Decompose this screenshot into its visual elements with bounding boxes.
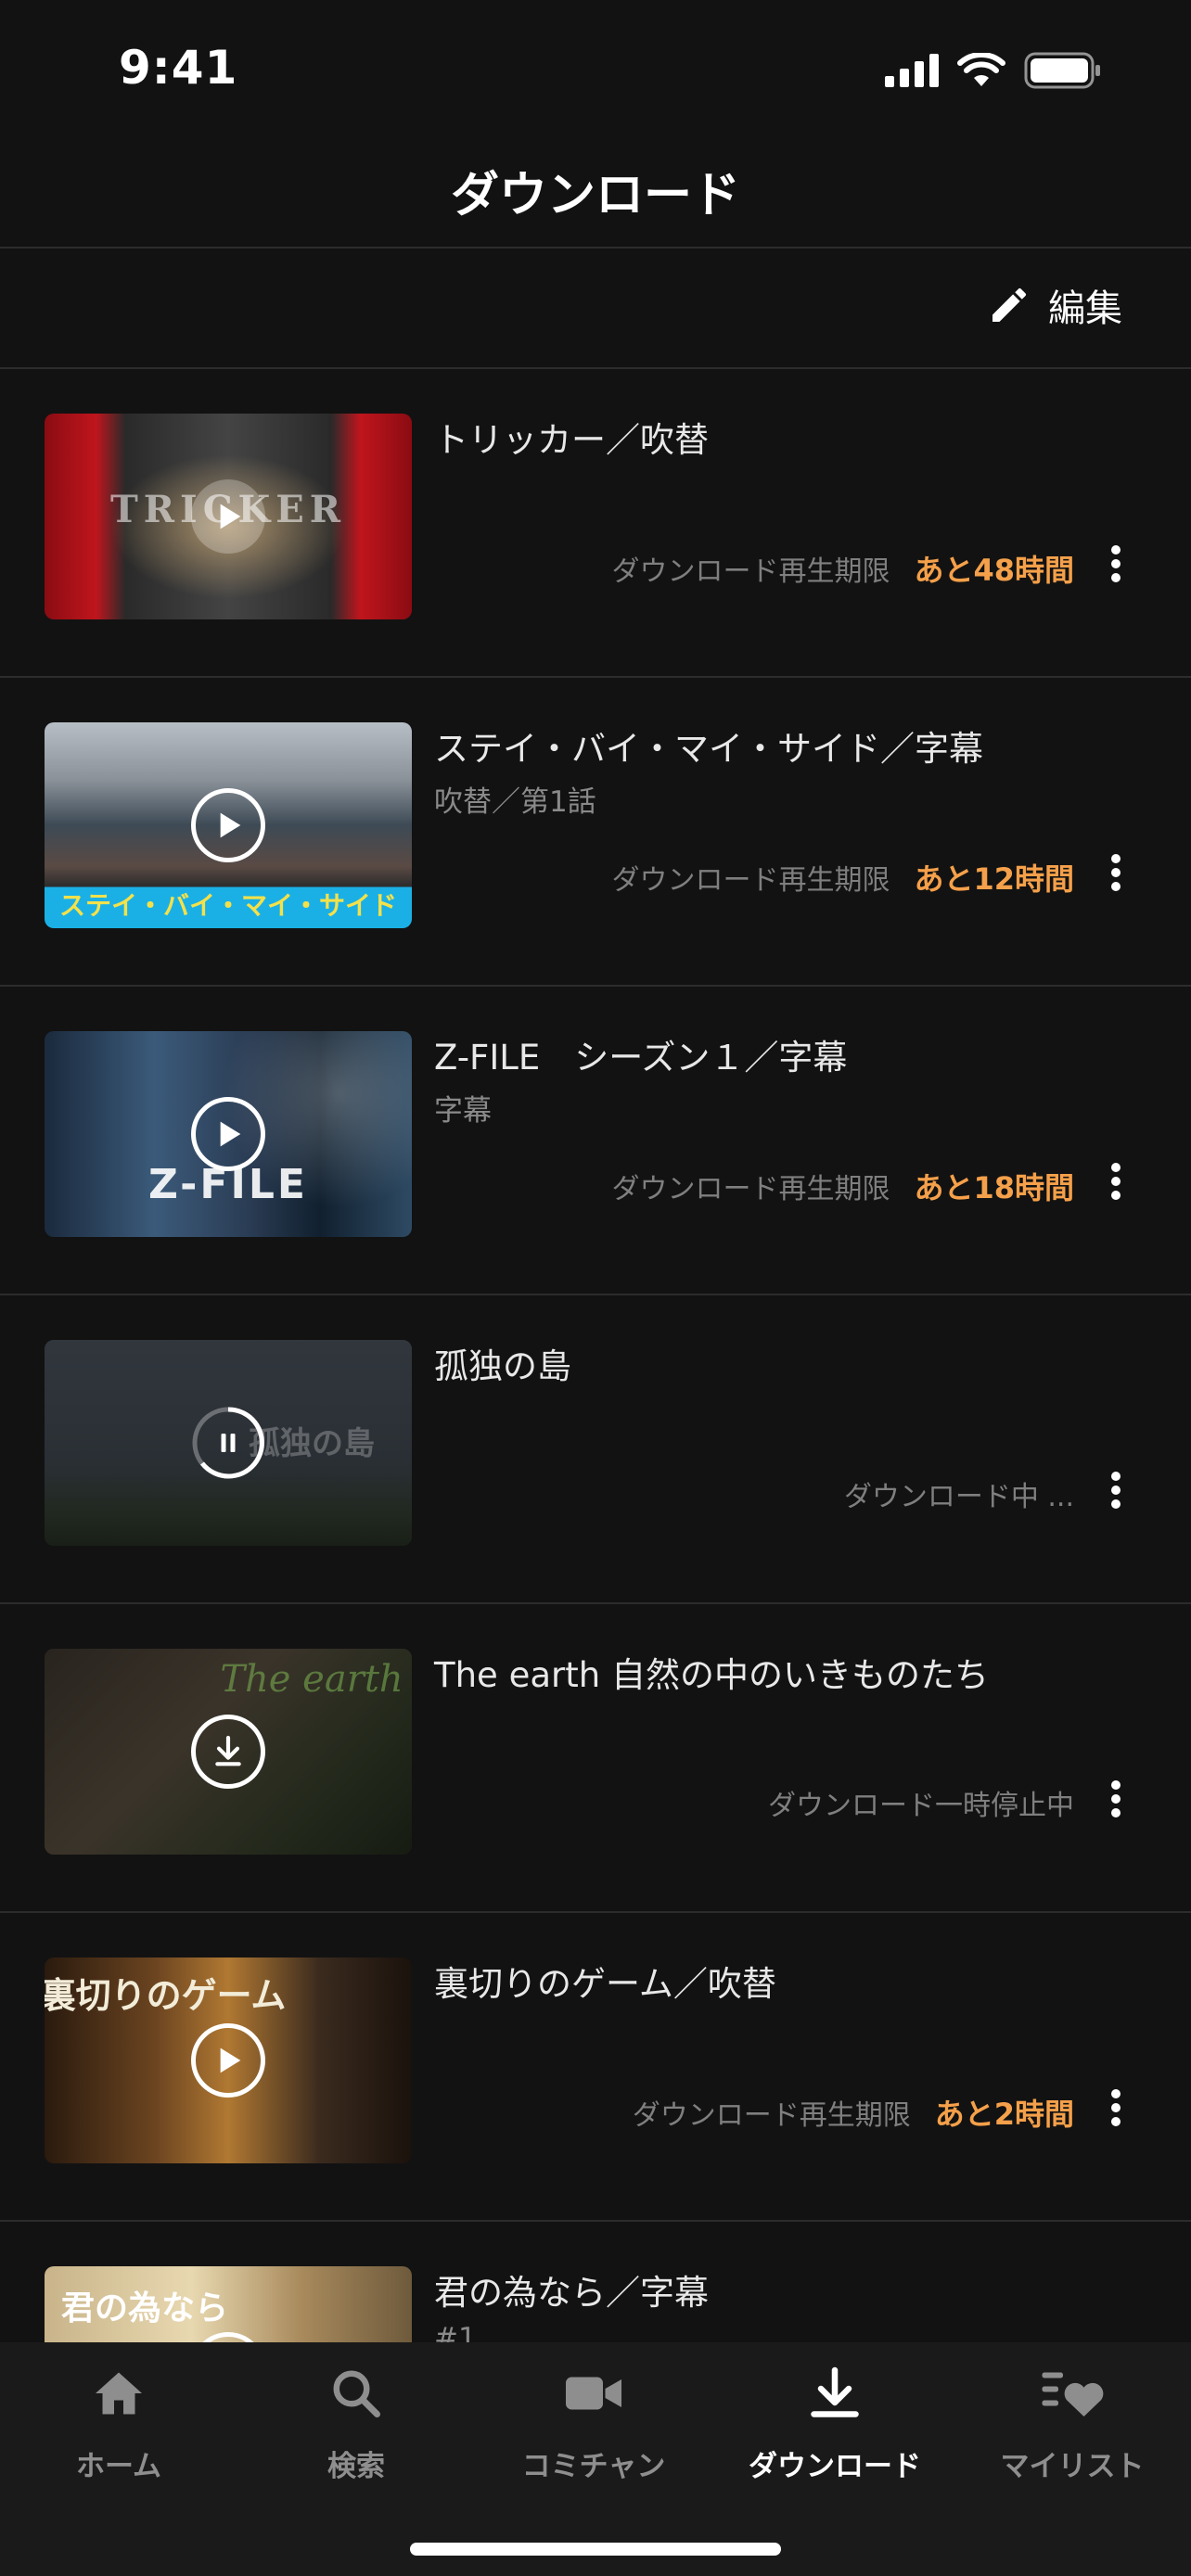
more-options-icon[interactable] xyxy=(1102,542,1130,586)
tab-label: マイリスト xyxy=(1000,2450,1145,2483)
remaining-time: あと12時間 xyxy=(914,861,1074,897)
play-icon xyxy=(220,812,241,838)
wifi-icon xyxy=(957,53,1005,86)
more-options-icon[interactable] xyxy=(1102,1159,1130,1204)
status-label: ダウンロード再生期限 xyxy=(632,2099,911,2132)
status-row: ダウンロード再生期限 あと12時間 xyxy=(611,856,1074,899)
item-subtitle: 吹替／第1話 xyxy=(434,785,596,819)
thumbnail[interactable]: Z-FILE xyxy=(45,1031,412,1237)
item-title: 孤独の島 xyxy=(434,1346,571,1386)
thumbnail[interactable]: 孤独の島 xyxy=(45,1340,412,1546)
download-item[interactable]: The earth The earth 自然の中のいきものたち ダウンロード一時… xyxy=(0,1604,1191,1913)
resume-download-button[interactable] xyxy=(191,1715,265,1789)
item-subtitle: #1 xyxy=(434,2322,477,2342)
download-item[interactable]: 裏切りのゲーム 裏切りのゲーム／吹替 ダウンロード再生期限 あと2時間 xyxy=(0,1913,1191,2222)
play-button[interactable] xyxy=(191,2023,265,2098)
play-icon xyxy=(220,1121,241,1147)
status-label: ダウンロード再生期限 xyxy=(611,864,890,897)
download-icon xyxy=(811,2366,859,2417)
status-time: 9:41 xyxy=(119,41,238,95)
status-row: ダウンロード中 ... xyxy=(844,1473,1074,1514)
more-options-icon[interactable] xyxy=(1102,1777,1130,1821)
item-title: トリッカー／吹替 xyxy=(434,420,709,460)
play-icon xyxy=(220,2047,241,2073)
item-title: Z-FILE シーズン１／字幕 xyxy=(434,1038,848,1078)
play-button[interactable] xyxy=(191,479,265,554)
more-options-icon[interactable] xyxy=(1102,850,1130,895)
status-label: ダウンロード一時停止中 xyxy=(768,1790,1074,1822)
tab-label: ダウンロード xyxy=(749,2450,921,2483)
item-subtitle: 字幕 xyxy=(434,1094,492,1128)
thumbnail-caption: The earth xyxy=(220,1658,403,1701)
download-item[interactable]: 君の為なら 君の為なら／字幕 #1 xyxy=(0,2222,1191,2342)
more-options-icon[interactable] xyxy=(1102,1468,1130,1512)
tab-label: ホーム xyxy=(75,2450,162,2483)
item-title: 君の為なら／字幕 xyxy=(434,2273,709,2313)
download-icon xyxy=(215,1735,241,1766)
play-button[interactable] xyxy=(191,2332,265,2342)
remaining-time: あと48時間 xyxy=(914,553,1074,588)
download-item[interactable]: TRICKER トリッカー／吹替 ダウンロード再生期限 あと48時間 xyxy=(0,369,1191,678)
status-row: ダウンロード一時停止中 xyxy=(768,1782,1074,1823)
play-button[interactable] xyxy=(191,788,265,862)
thumbnail[interactable]: The earth xyxy=(45,1649,412,1855)
play-button[interactable] xyxy=(191,1097,265,1171)
thumbnail-caption: 君の為なら xyxy=(60,2289,228,2327)
tab-bar: ホーム 検索 コミチャン ダウンロード マイリスト xyxy=(0,2342,1191,2576)
home-icon xyxy=(96,2372,142,2415)
status-row: ダウンロード再生期限 あと48時間 xyxy=(611,547,1074,590)
cellular-signal-icon xyxy=(885,54,939,87)
divider xyxy=(0,247,1191,249)
status-row: ダウンロード再生期限 あと2時間 xyxy=(633,2091,1074,2134)
download-progress-icon xyxy=(192,1407,264,1479)
more-options-icon[interactable] xyxy=(1102,2085,1130,2130)
tab-download[interactable]: ダウンロード xyxy=(716,2361,954,2484)
remaining-time: あと18時間 xyxy=(914,1170,1074,1205)
tab-search[interactable]: 検索 xyxy=(237,2361,475,2484)
thumbnail[interactable]: TRICKER xyxy=(45,414,412,619)
tab-mylist[interactable]: マイリスト xyxy=(954,2361,1191,2484)
tab-komichan[interactable]: コミチャン xyxy=(475,2361,712,2484)
tab-label: コミチャン xyxy=(521,2450,666,2483)
thumbnail[interactable]: 裏切りのゲーム xyxy=(45,1958,412,2163)
play-icon xyxy=(220,504,241,529)
thumbnail-caption: 孤独の島 xyxy=(249,1425,375,1462)
thumbnail[interactable]: ステイ・バイ・マイ・サイド xyxy=(45,722,412,928)
download-item[interactable]: ステイ・バイ・マイ・サイド ステイ・バイ・マイ・サイド／字幕 吹替／第1話 ダウ… xyxy=(0,678,1191,987)
item-title: 裏切りのゲーム／吹替 xyxy=(434,1964,776,2004)
tab-home[interactable]: ホーム xyxy=(0,2361,237,2484)
tab-label: 検索 xyxy=(327,2450,385,2483)
pause-button[interactable] xyxy=(191,1406,265,1480)
item-title: ステイ・バイ・マイ・サイド／字幕 xyxy=(434,729,983,769)
status-label: ダウンロード再生期限 xyxy=(611,1173,890,1205)
home-indicator[interactable] xyxy=(410,2543,781,2556)
mylist-heart-icon xyxy=(1042,2372,1104,2417)
item-title: The earth 自然の中のいきものたち xyxy=(434,1655,989,1695)
status-label: ダウンロード中 ... xyxy=(843,1481,1074,1513)
status-icons xyxy=(885,52,1102,89)
battery-icon xyxy=(1024,52,1100,89)
status-label: ダウンロード再生期限 xyxy=(611,555,890,588)
download-item[interactable]: Z-FILE Z-FILE シーズン１／字幕 字幕 ダウンロード再生期限 あと1… xyxy=(0,987,1191,1295)
edit-button[interactable]: 編集 xyxy=(987,278,1122,332)
status-row: ダウンロード再生期限 あと18時間 xyxy=(611,1165,1074,1207)
video-camera-icon xyxy=(566,2377,621,2410)
status-bar: 9:41 xyxy=(0,0,1191,139)
thumbnail-caption: 裏切りのゲーム xyxy=(45,1974,287,2016)
edit-label: 編集 xyxy=(1048,287,1122,330)
download-item[interactable]: 孤独の島 孤独の島 ダウンロード中 ... xyxy=(0,1295,1191,1604)
remaining-time: あと2時間 xyxy=(934,2097,1074,2132)
thumbnail[interactable]: 君の為なら xyxy=(45,2266,412,2342)
page-title: ダウンロード xyxy=(450,168,740,223)
pencil-icon xyxy=(992,287,1027,322)
thumbnail-caption: ステイ・バイ・マイ・サイド xyxy=(58,890,397,921)
search-icon xyxy=(333,2370,380,2417)
